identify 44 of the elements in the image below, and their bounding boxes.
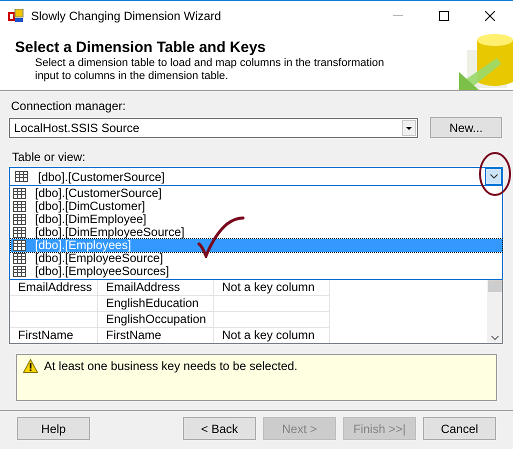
annotation-circle bbox=[478, 151, 512, 197]
field-label: Table or view: bbox=[11, 150, 86, 164]
table-cell: Not a key column bbox=[214, 328, 330, 343]
table-cell: Not a key column bbox=[214, 280, 330, 296]
dropdown-option[interactable]: [dbo].[EmployeeSource] bbox=[11, 252, 502, 265]
table-icon bbox=[13, 266, 26, 277]
table-icon bbox=[13, 201, 26, 212]
window-title: Slowly Changing Dimension Wizard bbox=[31, 8, 222, 24]
chevron-down-icon bbox=[490, 174, 498, 179]
table-dropdown[interactable]: [dbo].[CustomerSource] bbox=[9, 167, 503, 186]
wizard-button[interactable]: Cancel bbox=[423, 417, 496, 440]
close-icon bbox=[485, 10, 495, 20]
dropdown-option[interactable]: [dbo].[DimEmployeeSource] bbox=[11, 226, 502, 239]
dropdown-option[interactable]: [dbo].[DimEmployee] bbox=[11, 213, 502, 226]
dropdown-option[interactable]: [dbo].[DimCustomer] bbox=[11, 200, 502, 213]
new-button[interactable]: New... bbox=[430, 117, 502, 138]
table-icon bbox=[13, 214, 26, 225]
connection-dropdown[interactable]: LocalHost.SSIS Source bbox=[9, 118, 418, 138]
table-cell: EnglishOccupation bbox=[98, 312, 214, 328]
table-icon bbox=[13, 253, 26, 264]
wizard-button[interactable]: < Back bbox=[183, 417, 256, 440]
chevron-down-icon bbox=[490, 335, 498, 341]
minimize-icon bbox=[393, 15, 403, 16]
warning-message: At least one business key needs to be selected. bbox=[44, 359, 298, 373]
table-cell: EnglishEducation bbox=[98, 296, 214, 312]
table-cell: EmailAddress bbox=[10, 280, 98, 296]
table-icon bbox=[15, 171, 28, 182]
dropdown-toggle[interactable] bbox=[485, 168, 502, 185]
wizard-button[interactable]: Help bbox=[17, 417, 90, 440]
table-icon bbox=[13, 227, 26, 238]
dropdown-option[interactable]: [dbo].[CustomerSource] bbox=[11, 187, 502, 200]
page-heading: Select a Dimension Table and Keys bbox=[15, 40, 267, 56]
check-mark-drawing bbox=[197, 216, 245, 258]
dropdown-option[interactable]: [dbo].[EmployeeSources] bbox=[11, 265, 502, 278]
table-cell: FirstName bbox=[98, 328, 214, 343]
maximize-icon bbox=[439, 10, 449, 20]
scrollbar[interactable] bbox=[487, 280, 502, 343]
table-cell: FirstName bbox=[10, 328, 98, 343]
warning-icon bbox=[23, 359, 38, 373]
field-label: Connection manager: bbox=[10, 99, 127, 113]
app-icon bbox=[8, 8, 24, 22]
table-cell: EmailAddress bbox=[98, 280, 214, 296]
page-description: Select a dimension table to load and map columns in the transformation input to columns in the dimension table. bbox=[34, 57, 386, 83]
table-icon bbox=[13, 240, 26, 251]
